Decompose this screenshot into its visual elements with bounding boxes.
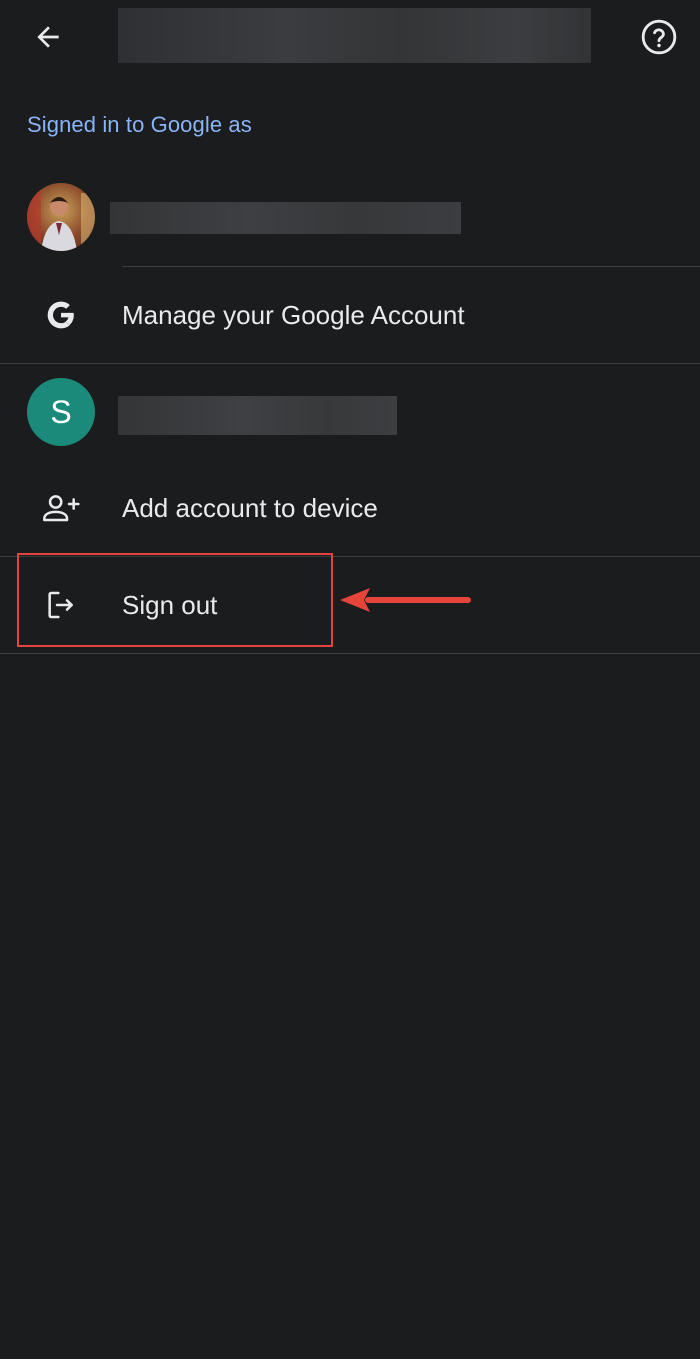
arrow-back-icon xyxy=(37,26,59,48)
person-add-icon xyxy=(43,495,80,522)
primary-account-avatar[interactable] xyxy=(27,183,95,251)
add-account-item[interactable]: Add account to device xyxy=(0,460,700,556)
manage-google-account-item[interactable]: Manage your Google Account xyxy=(0,267,700,363)
redacted-account-name xyxy=(110,202,461,234)
sign-out-item[interactable]: Sign out xyxy=(0,557,700,653)
sign-out-label: Sign out xyxy=(122,589,218,620)
add-account-label: Add account to device xyxy=(122,492,378,523)
help-circle-icon xyxy=(641,19,677,55)
manage-account-label: Manage your Google Account xyxy=(122,299,465,330)
secondary-account-avatar[interactable]: S xyxy=(27,378,95,446)
logout-icon xyxy=(48,591,73,619)
google-g-icon xyxy=(47,301,74,329)
help-button[interactable] xyxy=(634,14,684,60)
redacted-account-email-title xyxy=(118,8,591,63)
section-label: Signed in to Google as xyxy=(27,112,252,137)
divider xyxy=(0,653,700,654)
redacted-secondary-account-name xyxy=(118,396,397,435)
back-button[interactable] xyxy=(22,14,74,60)
avatar-initial: S xyxy=(50,393,72,430)
divider xyxy=(0,363,700,364)
profile-photo-avatar xyxy=(27,183,95,251)
